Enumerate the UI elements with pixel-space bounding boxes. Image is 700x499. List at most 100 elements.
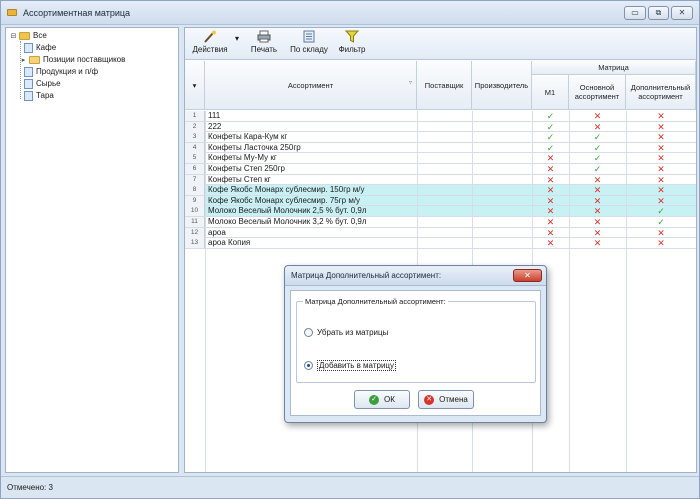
check-icon[interactable]: ✓ bbox=[569, 153, 626, 163]
assortment-cell[interactable]: Кофе Якобс Монарх сублесмир. 75гр м/у bbox=[208, 196, 414, 206]
assortment-cell[interactable]: 111 bbox=[208, 111, 414, 121]
table-row[interactable]: 1 111 ✓ ✕ ✕ bbox=[185, 111, 696, 122]
table-row[interactable]: 9 Кофе Якобс Монарх сублесмир. 75гр м/у ✕ ✕… bbox=[185, 195, 696, 207]
ok-button[interactable]: ✓ ОК bbox=[354, 390, 410, 409]
table-row[interactable]: 10 Молоко Веселый Молочник 2,5 % бут. 0,9… bbox=[185, 206, 696, 217]
cross-icon[interactable]: ✕ bbox=[626, 164, 696, 174]
cross-icon[interactable]: ✕ bbox=[569, 228, 626, 238]
cross-icon[interactable]: ✕ bbox=[532, 153, 569, 163]
table-row[interactable]: 13 ароа Копия ✕ ✕ ✕ bbox=[185, 238, 696, 249]
assortment-cell[interactable]: Молоко Веселый Молочник 2,5 % бут. 0,9л bbox=[208, 206, 414, 216]
cross-icon[interactable]: ✕ bbox=[569, 206, 626, 216]
print-button[interactable]: Печать bbox=[247, 30, 281, 58]
check-icon[interactable]: ✓ bbox=[532, 132, 569, 142]
collapse-icon[interactable]: ⊟ bbox=[10, 32, 17, 40]
check-icon[interactable]: ✓ bbox=[532, 122, 569, 132]
cross-icon[interactable]: ✕ bbox=[532, 206, 569, 216]
assortment-cell[interactable]: Конфеты Му-Му кг bbox=[208, 153, 414, 163]
dialog-close-button[interactable]: ✕ bbox=[513, 269, 542, 282]
close-button[interactable]: ✕ bbox=[671, 6, 693, 20]
tree-node-supplier-positions[interactable]: ▸ Позиции поставщиков bbox=[20, 54, 126, 65]
check-icon[interactable]: ✓ bbox=[532, 111, 569, 121]
tree-node-tare[interactable]: Тара bbox=[24, 90, 54, 101]
cross-icon[interactable]: ✕ bbox=[626, 228, 696, 238]
cross-icon[interactable]: ✕ bbox=[532, 238, 569, 248]
radio-add-to-matrix[interactable]: Добавить в матрицу bbox=[304, 360, 396, 371]
cross-icon[interactable]: ✕ bbox=[569, 111, 626, 121]
cancel-button[interactable]: ✕ Отмена bbox=[418, 390, 474, 409]
cross-icon[interactable]: ✕ bbox=[532, 185, 569, 195]
cross-icon[interactable]: ✕ bbox=[532, 164, 569, 174]
actions-dropdown[interactable]: ▾ bbox=[232, 34, 242, 62]
cross-icon[interactable]: ✕ bbox=[569, 196, 626, 206]
table-row[interactable]: 7 Конфеты Степ кг ✕ ✕ ✕ bbox=[185, 174, 696, 186]
cross-icon[interactable]: ✕ bbox=[626, 196, 696, 206]
by-warehouse-button[interactable]: По складу bbox=[287, 30, 331, 58]
cross-icon[interactable]: ✕ bbox=[569, 217, 626, 227]
cross-icon[interactable]: ✕ bbox=[626, 143, 696, 153]
check-icon[interactable]: ✓ bbox=[532, 143, 569, 153]
check-icon[interactable]: ✓ bbox=[626, 217, 696, 227]
tree-node-root[interactable]: ⊟ Все bbox=[10, 30, 47, 41]
assortment-cell[interactable]: Кофе Якобс Монарх сублесмир. 150гр м/у bbox=[208, 185, 414, 195]
cross-icon[interactable]: ✕ bbox=[569, 185, 626, 195]
tree-node-raw[interactable]: Сырье bbox=[24, 78, 61, 89]
expand-icon[interactable]: ▸ bbox=[20, 56, 27, 64]
assortment-cell[interactable]: Конфеты Степ 250гр bbox=[208, 164, 414, 174]
radio-remove-from-matrix[interactable]: Убрать из матрицы bbox=[304, 328, 388, 337]
actions-button[interactable]: Действия bbox=[191, 30, 229, 58]
table-row[interactable]: 3 Конфеты Кара-Кум кг ✓ ✓ ✕ bbox=[185, 132, 696, 143]
column-header-basic[interactable]: Основной ассортимент bbox=[569, 75, 626, 110]
column-header-additional[interactable]: Дополнительный ассортимент bbox=[626, 75, 696, 110]
column-header-m1[interactable]: М1 bbox=[532, 75, 569, 110]
tree-node-cafe[interactable]: Кафе bbox=[24, 42, 56, 53]
table-row[interactable]: 12 ароа ✕ ✕ ✕ bbox=[185, 227, 696, 239]
column-header-assortment[interactable]: Ассортимент ▿ bbox=[205, 61, 417, 110]
tree-node-products[interactable]: Продукция и п/ф bbox=[24, 66, 98, 77]
radio-button[interactable] bbox=[304, 361, 313, 370]
assortment-cell[interactable]: 222 bbox=[208, 122, 414, 132]
assortment-cell[interactable]: Молоко Веселый Молочник 3,2 % бут. 0,9л bbox=[208, 217, 414, 227]
table-row[interactable]: 6 Конфеты Степ 250гр ✕ ✓ ✕ bbox=[185, 164, 696, 175]
restore-button[interactable]: ⧉ bbox=[648, 6, 669, 20]
folder-icon bbox=[29, 55, 40, 64]
table-row[interactable]: 4 Конфеты Ласточка 250гр ✓ ✓ ✕ bbox=[185, 142, 696, 154]
tree-node-label: Продукция и п/ф bbox=[36, 67, 99, 76]
assortment-cell[interactable]: ароа Копия bbox=[208, 238, 414, 248]
cross-icon[interactable]: ✕ bbox=[569, 175, 626, 185]
row-header-corner[interactable]: ▾ bbox=[185, 61, 205, 110]
check-icon[interactable]: ✓ bbox=[626, 206, 696, 216]
table-row[interactable]: 8 Кофе Якобс Монарх сублесмир. 150гр м/у ✕… bbox=[185, 185, 696, 196]
check-icon[interactable]: ✓ bbox=[569, 132, 626, 142]
table-row[interactable]: 11 Молоко Веселый Молочник 3,2 % бут. 0,9… bbox=[185, 217, 696, 228]
column-header-supplier[interactable]: Поставщик bbox=[417, 61, 472, 110]
cross-icon[interactable]: ✕ bbox=[626, 175, 696, 185]
cross-icon[interactable]: ✕ bbox=[626, 132, 696, 142]
cross-icon[interactable]: ✕ bbox=[626, 122, 696, 132]
column-header-label: Ассортимент bbox=[287, 80, 334, 90]
cross-icon[interactable]: ✕ bbox=[626, 185, 696, 195]
cross-icon[interactable]: ✕ bbox=[569, 122, 626, 132]
cross-icon[interactable]: ✕ bbox=[532, 175, 569, 185]
cross-icon[interactable]: ✕ bbox=[569, 238, 626, 248]
cross-icon[interactable]: ✕ bbox=[532, 228, 569, 238]
filter-button[interactable]: Фильтр bbox=[336, 30, 368, 58]
assortment-cell[interactable]: Конфеты Степ кг bbox=[208, 175, 414, 185]
cross-icon[interactable]: ✕ bbox=[626, 111, 696, 121]
cross-icon[interactable]: ✕ bbox=[626, 238, 696, 248]
grid-line bbox=[205, 111, 206, 472]
check-icon[interactable]: ✓ bbox=[569, 164, 626, 174]
cross-icon[interactable]: ✕ bbox=[626, 153, 696, 163]
assortment-cell[interactable]: ароа bbox=[208, 228, 414, 238]
table-row[interactable]: 2 222 ✓ ✕ ✕ bbox=[185, 121, 696, 133]
minimize-button[interactable]: ▭ bbox=[624, 6, 646, 20]
cross-icon[interactable]: ✕ bbox=[532, 196, 569, 206]
check-icon[interactable]: ✓ bbox=[569, 143, 626, 153]
cross-icon[interactable]: ✕ bbox=[532, 217, 569, 227]
table-row[interactable]: 5 Конфеты Му-Му кг ✕ ✓ ✕ bbox=[185, 153, 696, 164]
assortment-cell[interactable]: Конфеты Ласточка 250гр bbox=[208, 143, 414, 153]
assortment-cell[interactable]: Конфеты Кара-Кум кг bbox=[208, 132, 414, 142]
filter-funnel-icon[interactable]: ▿ bbox=[409, 79, 412, 88]
column-header-producer[interactable]: Производитель bbox=[472, 61, 532, 110]
radio-button[interactable] bbox=[304, 328, 313, 337]
